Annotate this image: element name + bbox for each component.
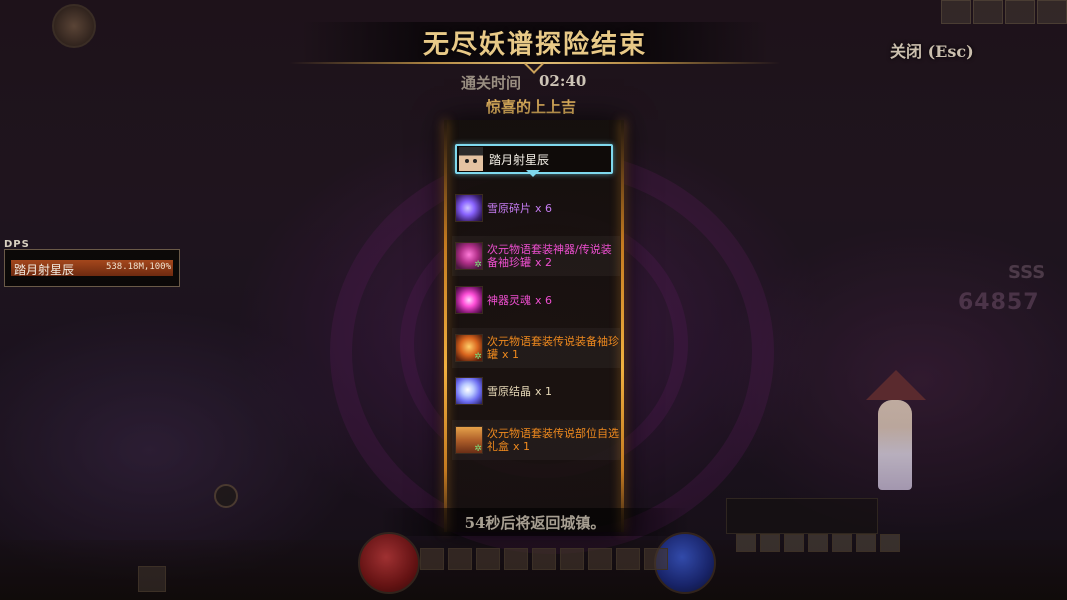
reward-item[interactable]: ✲ 次元物语套装传说部位自选礼盒 x 1 xyxy=(452,420,620,460)
pink-jar-icon: ✲ xyxy=(455,242,483,270)
dps-value: 538.18M,100% xyxy=(105,262,171,272)
reward-name: 雪原碎片 xyxy=(487,201,531,215)
clover-badge-icon: ✲ xyxy=(474,352,482,362)
player-tab-pointer-icon xyxy=(526,170,540,177)
panel-glow-right xyxy=(621,120,624,532)
reward-quantity: x 6 xyxy=(535,201,553,215)
reward-name: 次元物语套装传说部位自选礼盒 xyxy=(487,427,619,453)
skill-slot[interactable] xyxy=(616,548,640,570)
menu-button[interactable] xyxy=(736,534,756,552)
player-avatar-icon xyxy=(459,147,483,171)
reward-quantity: x 6 xyxy=(535,293,553,307)
score-rank-decoration: SSS xyxy=(1008,262,1046,283)
reward-item[interactable]: 神器灵魂 x 6 xyxy=(452,285,620,315)
system-menu-bar xyxy=(736,534,900,552)
menu-button[interactable] xyxy=(760,534,780,552)
reward-quantity: x 1 xyxy=(535,384,553,398)
orange-jar-icon: ✲ xyxy=(455,334,483,362)
character-body xyxy=(878,400,912,490)
reward-item[interactable]: ✲ 次元物语套装传说装备袖珍罐 x 1 xyxy=(452,328,620,368)
compass-icon xyxy=(214,484,238,508)
close-button[interactable]: 关闭 (Esc) xyxy=(890,38,974,62)
reward-quantity: x 1 xyxy=(502,348,520,361)
reward-text: 雪原结晶 x 1 xyxy=(487,385,552,398)
reward-quantity: x 1 xyxy=(513,440,531,453)
player-character xyxy=(860,370,930,500)
skill-slot[interactable] xyxy=(560,548,584,570)
menu-button[interactable] xyxy=(784,534,804,552)
dps-player-name: 踏月射星辰 xyxy=(14,263,75,277)
hp-orb xyxy=(358,532,420,594)
menu-button[interactable] xyxy=(856,534,876,552)
hud-slot[interactable] xyxy=(138,566,166,592)
panel-glow-left xyxy=(444,120,447,532)
skill-slot[interactable] xyxy=(532,548,556,570)
dps-row: 踏月射星辰 538.18M,100% xyxy=(11,260,173,277)
reward-text: 雪原碎片 x 6 xyxy=(487,202,552,215)
skill-slot[interactable] xyxy=(476,548,500,570)
artifact-soul-icon xyxy=(455,286,483,314)
witch-hat-icon xyxy=(866,370,926,400)
menu-button[interactable] xyxy=(832,534,852,552)
menu-button[interactable] xyxy=(808,534,828,552)
dps-panel: 踏月射星辰 538.18M,100% xyxy=(4,249,180,287)
reward-name: 神器灵魂 xyxy=(487,293,531,307)
reward-text: 次元物语套装传说部位自选礼盒 x 1 xyxy=(487,427,620,453)
reward-item[interactable]: 雪原结晶 x 1 xyxy=(452,376,620,406)
purple-fragment-icon xyxy=(455,194,483,222)
return-countdown: 54秒后将返回城镇。 xyxy=(464,514,606,532)
skill-slot[interactable] xyxy=(588,548,612,570)
reward-item[interactable]: ✲ 次元物语套装神器/传说装备袖珍罐 x 2 xyxy=(452,236,620,276)
skill-bar xyxy=(420,548,668,570)
skill-slot[interactable] xyxy=(420,548,444,570)
top-right-menu xyxy=(941,0,1067,24)
player-portrait[interactable] xyxy=(52,4,96,48)
skill-slot[interactable] xyxy=(504,548,528,570)
gift-chest-icon: ✲ xyxy=(455,426,483,454)
clover-badge-icon: ✲ xyxy=(474,260,482,270)
menu-tab[interactable] xyxy=(1005,0,1035,24)
menu-tab[interactable] xyxy=(1037,0,1067,24)
luck-rating: 惊喜的上上吉 xyxy=(486,98,577,116)
snow-crystal-icon xyxy=(455,377,483,405)
skill-slot[interactable] xyxy=(448,548,472,570)
clear-time-label: 通关时间 xyxy=(461,74,522,92)
skill-slot[interactable] xyxy=(644,548,668,570)
player-tab-name: 踏月射星辰 xyxy=(489,153,550,167)
reward-item[interactable]: 雪原碎片 x 6 xyxy=(452,193,620,223)
reward-name: 雪原结晶 xyxy=(487,384,531,398)
menu-tab[interactable] xyxy=(941,0,971,24)
clover-badge-icon: ✲ xyxy=(474,444,482,454)
menu-button[interactable] xyxy=(880,534,900,552)
reward-panel xyxy=(444,120,624,532)
reward-text: 次元物语套装神器/传说装备袖珍罐 x 2 xyxy=(487,243,620,269)
menu-tab[interactable] xyxy=(973,0,1003,24)
reward-quantity: x 2 xyxy=(535,256,553,269)
reward-text: 神器灵魂 x 6 xyxy=(487,294,552,307)
reward-text: 次元物语套装传说装备袖珍罐 x 1 xyxy=(487,335,620,361)
score-number-decoration: 64857 xyxy=(958,290,1040,315)
chat-box[interactable] xyxy=(726,498,878,534)
clear-time-value: 02:40 xyxy=(539,72,587,90)
